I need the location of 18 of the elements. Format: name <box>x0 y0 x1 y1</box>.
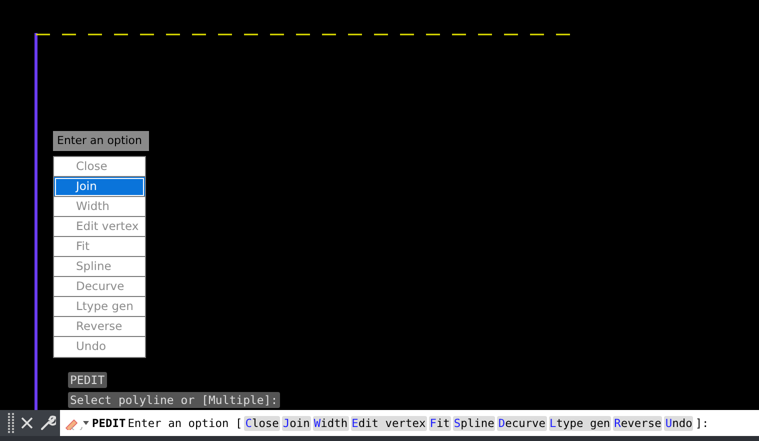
option-keyword[interactable]: Reverse <box>613 416 662 430</box>
menu-item[interactable]: Join <box>54 177 145 197</box>
option-keyword[interactable]: Join <box>282 416 311 430</box>
close-icon[interactable] <box>21 417 33 429</box>
option-keyword[interactable]: Undo <box>664 416 694 430</box>
option-keyword[interactable]: Width <box>312 416 349 430</box>
prompt-text: Enter an option [ <box>128 416 242 430</box>
option-keyword[interactable]: Edit vertex <box>350 416 427 430</box>
grip-icon[interactable] <box>8 413 14 433</box>
command-name: PEDIT <box>92 416 126 430</box>
wrench-icon[interactable] <box>40 415 56 431</box>
option-keyword[interactable]: Fit <box>428 416 451 430</box>
option-keyword[interactable]: Close <box>244 416 280 430</box>
option-keyword[interactable]: Spline <box>452 416 496 430</box>
prompt-end: ]: <box>695 416 709 430</box>
popup-title: Enter an option <box>53 131 149 151</box>
option-keyword[interactable]: Ltype gen <box>548 416 612 430</box>
option-keyword[interactable]: Decurve <box>497 416 547 430</box>
